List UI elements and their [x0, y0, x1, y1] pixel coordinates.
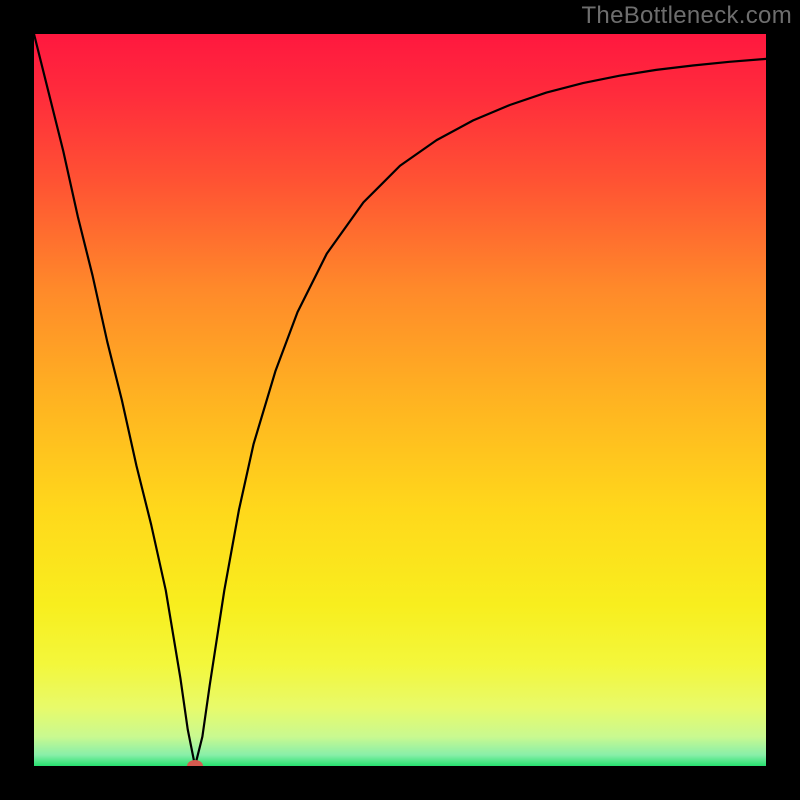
chart-svg: [34, 34, 766, 766]
gradient-rect: [34, 34, 766, 766]
watermark-text: TheBottleneck.com: [581, 2, 792, 30]
chart-container: TheBottleneck.com: [0, 0, 800, 800]
plot-area: [34, 34, 766, 766]
